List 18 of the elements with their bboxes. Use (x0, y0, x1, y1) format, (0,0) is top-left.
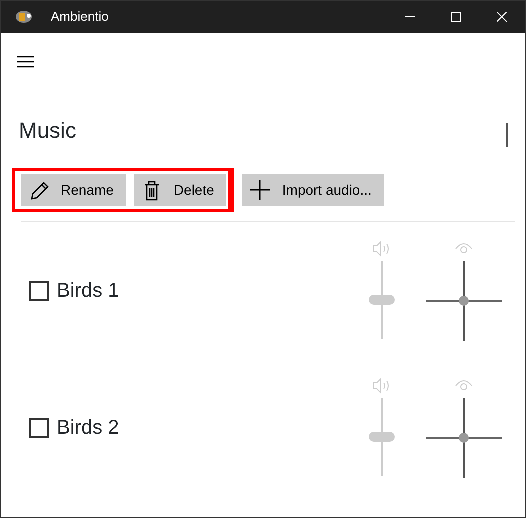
page-title: Music (19, 120, 76, 142)
bee-app-icon (15, 10, 33, 24)
import-button[interactable]: Import audio... (242, 174, 384, 206)
sound-name: Birds 2 (57, 416, 120, 440)
eye-icon (454, 378, 474, 394)
speaker-icon (373, 378, 391, 394)
scrollbar-thumb[interactable] (506, 123, 508, 147)
menu-icon[interactable] (17, 56, 34, 68)
window-title: Ambientio (51, 8, 109, 26)
close-icon[interactable] (497, 12, 507, 22)
plus-icon (250, 180, 270, 200)
pencil-icon (29, 180, 49, 200)
eye-icon (454, 240, 474, 256)
speaker-icon (373, 240, 391, 256)
rename-button[interactable]: Rename (21, 174, 126, 206)
maximize-icon[interactable] (451, 12, 461, 22)
delete-button[interactable]: Delete (134, 174, 226, 206)
sound-name: Birds 1 (57, 278, 120, 304)
